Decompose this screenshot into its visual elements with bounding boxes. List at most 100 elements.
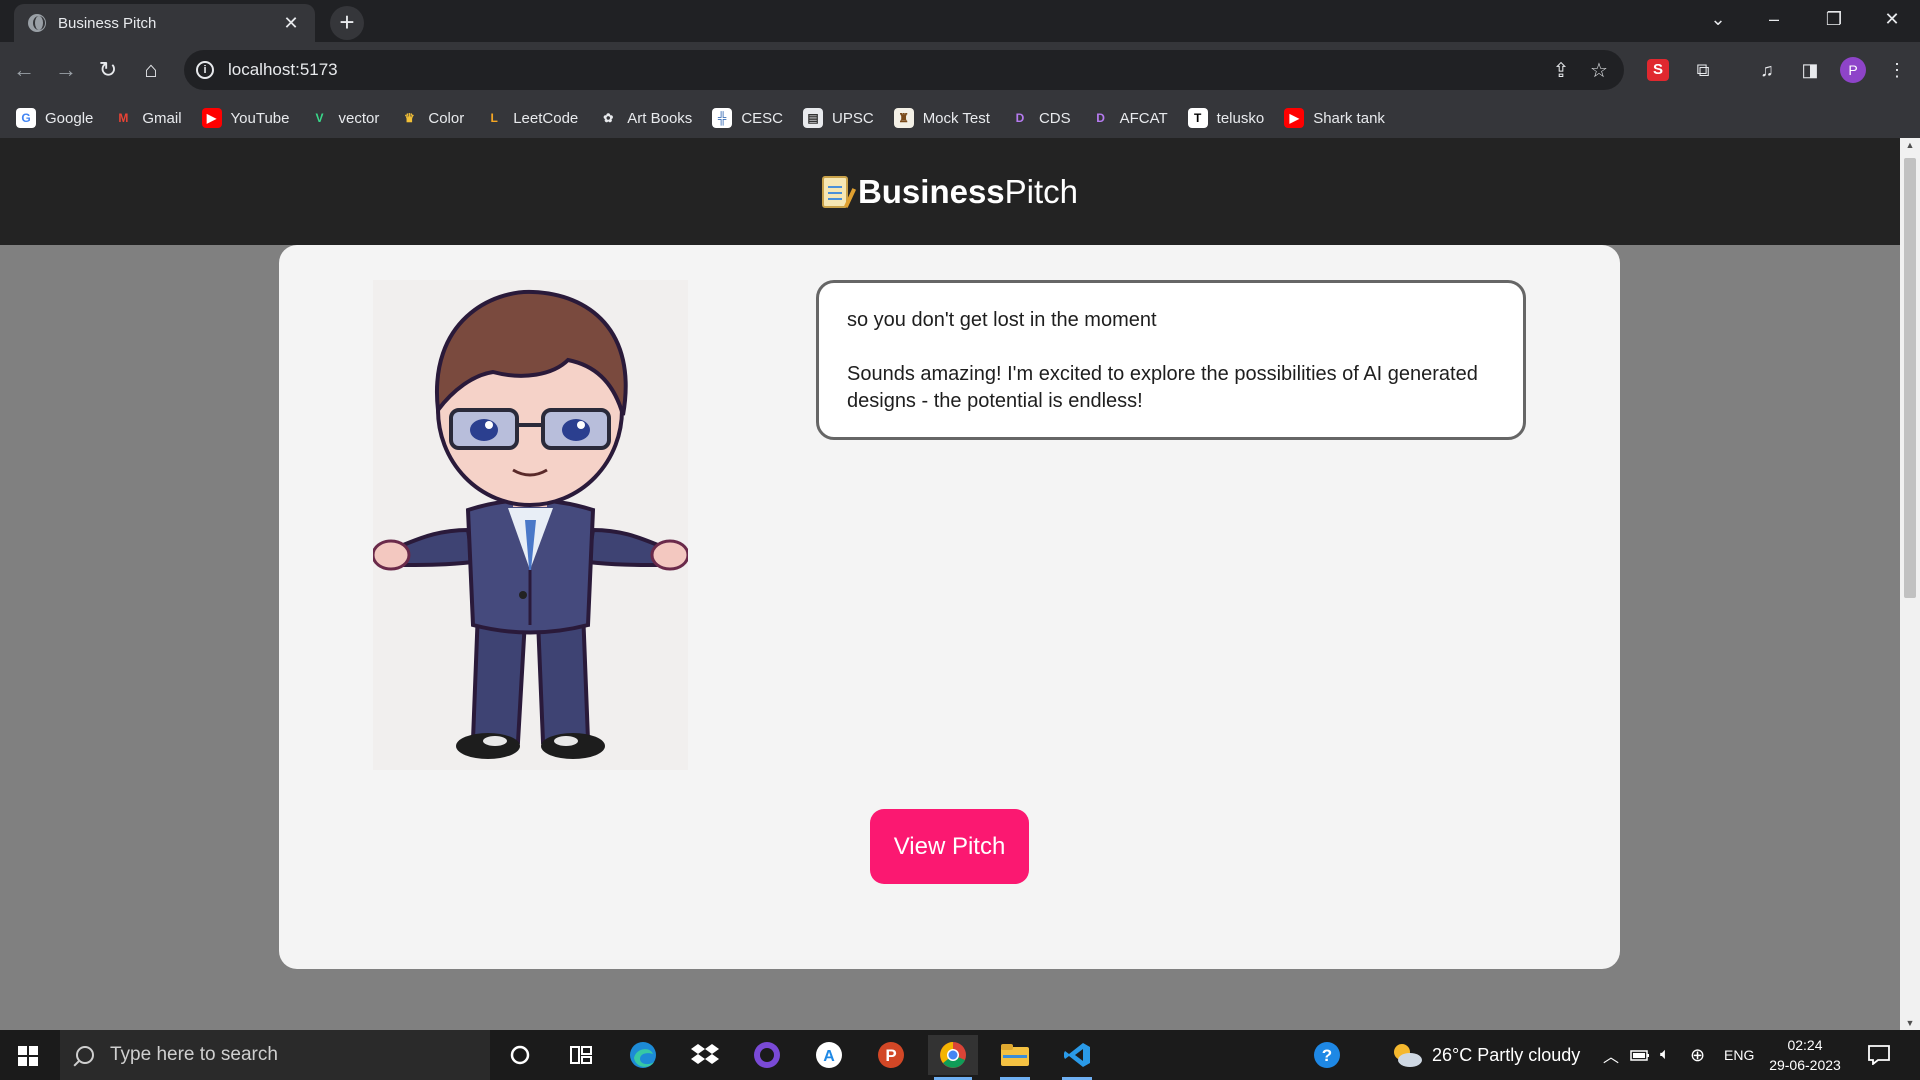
restore-button[interactable]: ❐	[1806, 0, 1862, 38]
bookmark-cesc[interactable]: ╬ CESC	[712, 108, 783, 128]
bookmark-leetcode[interactable]: L LeetCode	[484, 108, 579, 128]
bookmark-vector[interactable]: Vvector	[310, 108, 380, 128]
site-info-icon[interactable]: i	[196, 61, 214, 79]
tab-title: Business Pitch	[58, 14, 157, 32]
tab-close-icon[interactable]: ✕	[281, 13, 301, 34]
scroll-up-icon[interactable]: ▲	[1900, 140, 1920, 150]
bookmark-mock-test[interactable]: ♜ Mock Test	[893, 108, 990, 128]
help-icon[interactable]: ?	[1312, 1030, 1342, 1080]
bookmark-label: Color	[428, 109, 465, 127]
bookmark-label: Mock Test	[922, 109, 990, 127]
vscode-icon[interactable]	[1052, 1035, 1102, 1080]
task-view-icon[interactable]	[556, 1035, 606, 1075]
bookmark-label: LeetCode	[513, 109, 579, 127]
bookmark-upsc[interactable]: ▤ UPSC	[803, 108, 874, 128]
bookmark-label: Art Books	[627, 109, 693, 127]
partly-cloudy-icon	[1394, 1044, 1422, 1067]
bookmark-cds[interactable]: D CDS	[1010, 108, 1071, 128]
url-text[interactable]: localhost:5173	[228, 60, 338, 80]
shark-tank-icon: ▶	[1284, 108, 1305, 128]
scrollbar-thumb[interactable]	[1904, 158, 1916, 598]
chrome-icon[interactable]	[928, 1035, 978, 1080]
forward-icon[interactable]: →	[50, 54, 82, 86]
svg-text:A: A	[823, 1048, 835, 1065]
globe-icon	[28, 14, 46, 32]
site-logo[interactable]: Business Pitch	[821, 173, 1078, 211]
svg-text:?: ?	[1322, 1046, 1332, 1065]
character-illustration	[371, 280, 690, 770]
cesc-icon: ╬	[712, 108, 733, 128]
system-clock[interactable]: 02:24 29-06-2023	[1760, 1035, 1850, 1075]
bookmark-label: vector	[338, 109, 380, 127]
weather-text: 26°C Partly cloudy	[1432, 1044, 1581, 1065]
bubble-line-1: so you don't get lost in the moment	[847, 309, 1157, 331]
art-books-icon: ✿	[603, 111, 614, 125]
language-indicator[interactable]: ENG	[1724, 1030, 1754, 1080]
app-store-icon[interactable]: A	[804, 1035, 854, 1075]
bookmark-shark-tank[interactable]: ▶ Shark tank	[1284, 108, 1385, 128]
bookmark-telusko[interactable]: Ttelusko	[1187, 108, 1265, 128]
bookmarks-bar: G Google M Gmail ▶ YouTube Vvector ♛ Color L LeetC…	[0, 98, 1920, 138]
bookmark-label: telusko	[1216, 109, 1265, 127]
powerpoint-p-icon[interactable]: P	[866, 1035, 916, 1075]
back-icon[interactable]: ←	[8, 54, 40, 86]
reload-icon[interactable]: ↻	[92, 54, 124, 86]
extension-s-icon[interactable]: S	[1647, 59, 1669, 81]
media-controls-icon[interactable]: ♫	[1752, 55, 1782, 85]
telusko-icon: T	[1187, 108, 1208, 128]
edge-icon[interactable]	[618, 1035, 668, 1075]
bookmark-label: UPSC	[832, 109, 874, 127]
tab-search-dropdown-icon[interactable]: ⌄	[1690, 0, 1746, 38]
bookmark-label: Google	[45, 109, 94, 127]
browser-tab[interactable]: Business Pitch ✕	[14, 4, 315, 42]
home-icon[interactable]: ⌂	[135, 54, 167, 86]
bookmark-gmail[interactable]: M Gmail	[113, 108, 181, 128]
taskbar-search-box[interactable]: Type here to search	[60, 1030, 490, 1080]
notifications-icon[interactable]	[1868, 1030, 1890, 1080]
bookmark-youtube[interactable]: ▶ YouTube	[201, 108, 290, 128]
battery-icon[interactable]	[1630, 1030, 1650, 1080]
speech-bubble: so you don't get lost in the moment Soun…	[816, 280, 1526, 440]
dropbox-icon[interactable]	[680, 1035, 730, 1075]
bookmark-label: CDS	[1038, 109, 1071, 127]
bookmark-label: Gmail	[142, 109, 182, 127]
bookmark-google[interactable]: G Google	[16, 108, 93, 128]
show-hidden-icons[interactable]: ︿	[1603, 1030, 1619, 1080]
bookmark-label: CESC	[741, 109, 783, 127]
new-tab-button[interactable]: +	[330, 6, 364, 40]
view-pitch-button[interactable]: View Pitch	[870, 809, 1029, 884]
bookmark-star-icon[interactable]: ☆	[1587, 58, 1611, 83]
scroll-down-icon[interactable]: ▼	[1900, 1018, 1920, 1028]
mock-test-icon: ♜	[893, 108, 914, 128]
menu-kebab-icon[interactable]: ⋮	[1882, 55, 1912, 85]
browser-toolbar: ← → ↻ ⌂ i localhost:5173 ⇪ ☆ S ⧉ ♫ ◨ P ⋮	[0, 42, 1920, 98]
profile-avatar[interactable]: P	[1840, 57, 1866, 83]
cortana-icon[interactable]	[495, 1035, 545, 1075]
memo-icon	[821, 175, 848, 208]
side-panel-icon[interactable]: ◨	[1795, 55, 1825, 85]
businessman-avatar-image	[371, 289, 690, 759]
close-window-button[interactable]: ✕	[1864, 0, 1920, 38]
bookmark-afcat[interactable]: D AFCAT	[1091, 108, 1167, 128]
leetcode-icon: L	[490, 111, 498, 125]
page-scrollbar[interactable]: ▲ ▼	[1900, 138, 1920, 1030]
afcat-icon: D	[1096, 111, 1105, 125]
search-icon	[76, 1046, 94, 1064]
minimize-button[interactable]: –	[1746, 0, 1802, 38]
github-desktop-icon[interactable]	[742, 1035, 792, 1075]
volume-icon[interactable]: 🔈︎	[1660, 1030, 1670, 1080]
upsc-icon: ▤	[803, 108, 823, 128]
bubble-line-2: Sounds amazing! I'm excited to explore t…	[847, 363, 1478, 412]
weather-widget[interactable]: 26°C Partly cloudy	[1390, 1030, 1580, 1080]
file-explorer-icon[interactable]	[990, 1035, 1040, 1080]
bookmark-art-books[interactable]: ✿ Art Books	[598, 108, 692, 128]
bookmark-color[interactable]: ♛ Color	[399, 108, 464, 128]
extensions-puzzle-icon[interactable]: ⧉	[1688, 55, 1718, 85]
gmail-icon: M	[118, 111, 129, 125]
network-globe-icon[interactable]: ⊕	[1690, 1030, 1705, 1080]
address-bar[interactable]: i localhost:5173 ⇪ ☆	[184, 50, 1624, 90]
share-icon[interactable]: ⇪	[1549, 58, 1573, 83]
search-placeholder: Type here to search	[110, 1044, 278, 1065]
site-header: Business Pitch	[0, 138, 1900, 245]
windows-start-icon[interactable]	[18, 1046, 38, 1066]
